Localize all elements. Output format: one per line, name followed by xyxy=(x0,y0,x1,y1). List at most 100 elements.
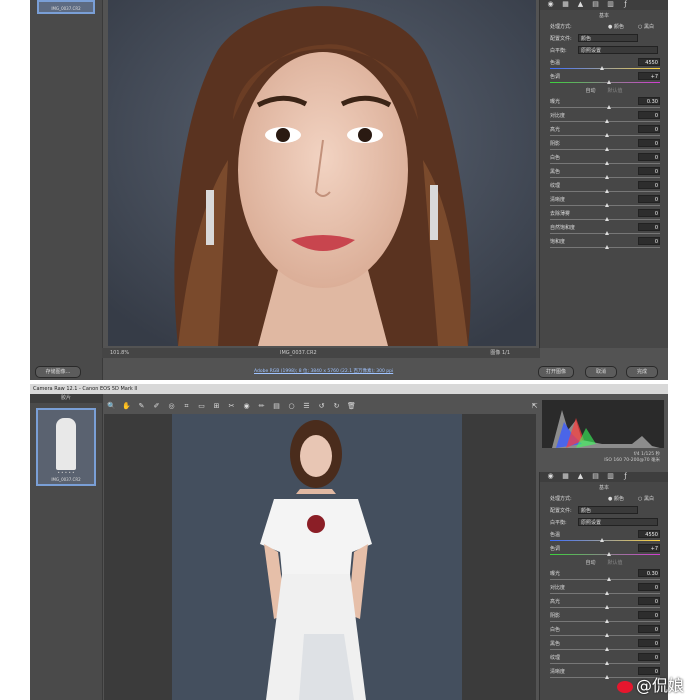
save-image-button[interactable]: 存储图像... xyxy=(35,366,81,378)
trash-icon[interactable]: 🗑 xyxy=(347,402,356,411)
rotate-right-icon[interactable]: ↻ xyxy=(332,402,341,411)
slider-track[interactable] xyxy=(550,647,660,651)
slider-track[interactable] xyxy=(550,133,660,137)
brush-icon[interactable]: ✏ xyxy=(257,402,266,411)
slider-thumb[interactable] xyxy=(607,577,612,581)
slider-track[interactable] xyxy=(550,217,660,221)
profile-dropdown[interactable]: 颜色 xyxy=(578,506,638,514)
auto-button[interactable]: 自动 xyxy=(585,560,595,566)
image-preview[interactable] xyxy=(108,0,536,346)
slider-thumb[interactable] xyxy=(605,203,609,207)
slider-track[interactable] xyxy=(550,147,660,151)
slider-track[interactable] xyxy=(550,605,660,609)
split-tone-icon[interactable]: ▥ xyxy=(606,0,615,9)
hsl-icon[interactable]: ▤ xyxy=(591,0,600,9)
slider-track[interactable] xyxy=(550,66,660,70)
split-tone-icon[interactable]: ▥ xyxy=(606,472,615,481)
done-button[interactable]: 完成 xyxy=(626,366,658,378)
filmstrip-thumbnail[interactable]: • • • • • IMG_0037.CR2 xyxy=(36,408,96,486)
workflow-options-link[interactable]: Adobe RGB (1998); 8 位; 3840 x 5760 (22.1… xyxy=(254,368,393,374)
treatment-color-radio[interactable]: ● 颜色 xyxy=(608,495,624,502)
tone-curve-icon[interactable]: ▦ xyxy=(561,0,570,9)
slider-track[interactable] xyxy=(550,175,660,179)
basic-panel-icon[interactable]: ◉ xyxy=(546,472,555,481)
slider-track[interactable] xyxy=(550,80,660,84)
slider-thumb[interactable] xyxy=(605,147,609,151)
slider-value-field[interactable]: 0 xyxy=(638,625,660,633)
detail-icon[interactable]: ▲ xyxy=(576,472,585,481)
slider-thumb[interactable] xyxy=(605,217,609,221)
zoom-level[interactable]: 101.8% xyxy=(110,348,129,358)
crop-tool-icon[interactable]: ⌗ xyxy=(182,402,191,411)
slider-value-field[interactable]: 4550 xyxy=(638,530,660,538)
preferences-icon[interactable]: ☰ xyxy=(302,402,311,411)
slider-thumb[interactable] xyxy=(607,80,612,84)
image-preview[interactable] xyxy=(104,414,536,700)
slider-value-field[interactable]: 0 xyxy=(638,639,660,647)
slider-value-field[interactable]: 0 xyxy=(638,125,660,133)
basic-panel-icon[interactable]: ◉ xyxy=(546,0,555,9)
hand-tool-icon[interactable]: ✋ xyxy=(122,402,131,411)
treatment-bw-radio[interactable]: ○ 黑白 xyxy=(638,23,654,30)
slider-value-field[interactable]: 0 xyxy=(638,195,660,203)
slider-thumb[interactable] xyxy=(605,619,609,623)
profile-dropdown[interactable]: 颜色 xyxy=(578,34,638,42)
slider-thumb[interactable] xyxy=(605,133,609,137)
target-adjust-icon[interactable]: ◎ xyxy=(167,402,176,411)
slider-value-field[interactable]: 0.30 xyxy=(638,97,660,105)
slider-track[interactable] xyxy=(550,538,660,542)
slider-track[interactable] xyxy=(550,231,660,235)
slider-value-field[interactable]: 0 xyxy=(638,167,660,175)
cancel-button[interactable]: 取消 xyxy=(585,366,617,378)
slider-thumb[interactable] xyxy=(605,161,609,165)
slider-track[interactable] xyxy=(550,633,660,637)
slider-thumb[interactable] xyxy=(605,119,609,123)
slider-track[interactable] xyxy=(550,105,660,109)
slider-thumb[interactable] xyxy=(607,105,612,109)
straighten-tool-icon[interactable]: ▭ xyxy=(197,402,206,411)
slider-thumb[interactable] xyxy=(605,647,609,651)
slider-value-field[interactable]: 0 xyxy=(638,611,660,619)
slider-thumb[interactable] xyxy=(605,661,609,665)
auto-button[interactable]: 自动 xyxy=(585,88,595,94)
slider-value-field[interactable]: 0 xyxy=(638,181,660,189)
slider-track[interactable] xyxy=(550,189,660,193)
slider-value-field[interactable]: 4550 xyxy=(638,58,660,66)
fx-icon[interactable]: ƒ xyxy=(621,472,630,481)
default-button[interactable]: 默认值 xyxy=(608,560,623,566)
fx-icon[interactable]: ƒ xyxy=(621,0,630,9)
slider-track[interactable] xyxy=(550,203,660,207)
slider-thumb[interactable] xyxy=(599,538,604,542)
slider-track[interactable] xyxy=(550,161,660,165)
slider-value-field[interactable]: 0 xyxy=(638,597,660,605)
color-sampler-icon[interactable]: ✐ xyxy=(152,402,161,411)
treatment-bw-radio[interactable]: ○ 黑白 xyxy=(638,495,654,502)
white-balance-dropdown[interactable]: 原照设置 xyxy=(578,46,658,54)
radial-filter-icon[interactable]: ○ xyxy=(287,402,296,411)
slider-track[interactable] xyxy=(550,552,660,556)
detail-icon[interactable]: ▲ xyxy=(576,0,585,9)
rotate-left-icon[interactable]: ↺ xyxy=(317,402,326,411)
slider-value-field[interactable]: 0 xyxy=(638,111,660,119)
slider-value-field[interactable]: 0 xyxy=(638,583,660,591)
slider-thumb[interactable] xyxy=(605,591,609,595)
transform-tool-icon[interactable]: ⊞ xyxy=(212,402,221,411)
open-image-button[interactable]: 打开图像 xyxy=(538,366,574,378)
thumbnail-stars[interactable]: • • • • • xyxy=(38,470,94,475)
slider-thumb[interactable] xyxy=(605,605,609,609)
treatment-color-radio[interactable]: ● 颜色 xyxy=(608,23,624,30)
redeye-icon[interactable]: ◉ xyxy=(242,402,251,411)
slider-thumb[interactable] xyxy=(599,66,604,70)
fullscreen-toggle-icon[interactable]: ⇱ xyxy=(530,402,539,411)
slider-value-field[interactable]: 0 xyxy=(638,223,660,231)
slider-value-field[interactable]: 0.30 xyxy=(638,569,660,577)
slider-track[interactable] xyxy=(550,245,660,249)
slider-track[interactable] xyxy=(550,591,660,595)
slider-value-field[interactable]: 0 xyxy=(638,653,660,661)
tone-curve-icon[interactable]: ▦ xyxy=(561,472,570,481)
filmstrip-thumbnail[interactable]: IMG_0037.CR2 xyxy=(37,0,95,14)
slider-thumb[interactable] xyxy=(605,633,609,637)
default-button[interactable]: 默认值 xyxy=(608,88,623,94)
white-balance-tool-icon[interactable]: ✎ xyxy=(137,402,146,411)
white-balance-dropdown[interactable]: 原照设置 xyxy=(578,518,658,526)
